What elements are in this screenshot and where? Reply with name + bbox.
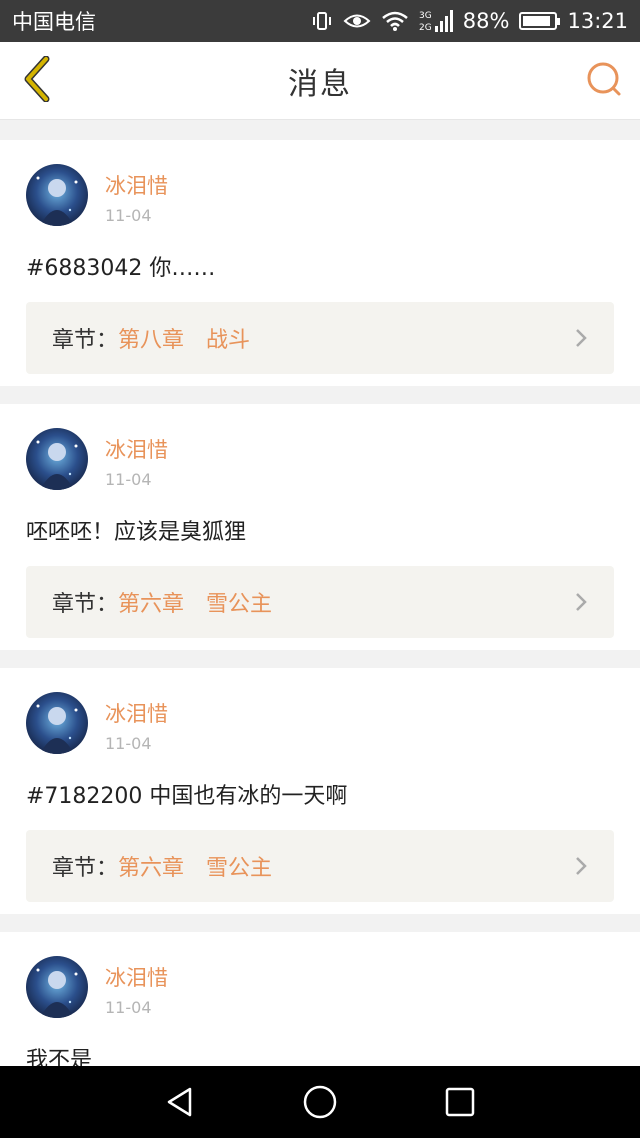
status-icons: 3G 2G 88% 13:21 — [311, 8, 628, 34]
back-button[interactable] — [14, 55, 60, 106]
status-bar: 中国电信 3G 2G 88% 13:21 — [0, 0, 640, 42]
username[interactable]: 冰泪惜 — [105, 170, 168, 200]
message-card[interactable]: 冰泪惜 11-04 我不是 — [0, 932, 640, 1066]
message-content: 呸呸呸！应该是臭狐狸 — [26, 520, 247, 545]
svg-text:2G: 2G — [419, 23, 432, 33]
message-card[interactable]: 冰泪惜 11-04 呸呸呸！应该是臭狐狸 章节： 第六章 雪公主 — [0, 404, 640, 650]
battery-fill — [523, 16, 550, 26]
recents-square-icon[interactable] — [438, 1080, 482, 1124]
search-icon — [585, 60, 623, 102]
message-content: 我不是 — [26, 1048, 93, 1066]
avatar[interactable] — [26, 692, 88, 754]
clock: 13:21 — [567, 9, 628, 33]
chapter-title: 第六章 雪公主 — [118, 592, 273, 617]
message-list[interactable]: 冰泪惜 11-04 #6883042 你…… 章节： 第八章 战斗 冰泪惜 11… — [0, 140, 640, 1066]
message-card[interactable]: 冰泪惜 11-04 #7182200 中国也有冰的一天啊 章节： 第六章 雪公主 — [0, 668, 640, 914]
vibrate-icon — [311, 10, 333, 32]
chapter-title: 第六章 雪公主 — [118, 856, 273, 881]
chapter-label: 章节： — [52, 592, 119, 617]
avatar[interactable] — [26, 164, 88, 226]
chapter-link[interactable]: 章节： 第六章 雪公主 — [26, 566, 614, 638]
chapter-title: 第八章 战斗 — [118, 328, 251, 353]
chevron-right-icon — [574, 855, 588, 877]
message-date: 11-04 — [105, 470, 152, 489]
battery-icon — [519, 12, 561, 30]
back-triangle-icon[interactable] — [158, 1080, 202, 1124]
chapter-label: 章节： — [52, 328, 119, 353]
username[interactable]: 冰泪惜 — [105, 962, 168, 992]
svg-text:3G: 3G — [419, 11, 432, 21]
carrier-name: 中国电信 — [12, 10, 96, 34]
chevron-right-icon — [574, 327, 588, 349]
signal-icon: 3G 2G — [419, 8, 453, 34]
battery-percent: 88% — [462, 9, 510, 33]
message-content: #7182200 中国也有冰的一天啊 — [26, 784, 348, 809]
username[interactable]: 冰泪惜 — [105, 698, 168, 728]
message-date: 11-04 — [105, 998, 152, 1017]
username[interactable]: 冰泪惜 — [105, 434, 168, 464]
search-button[interactable] — [582, 59, 626, 103]
eye-icon — [343, 10, 371, 32]
system-nav-bar — [0, 1066, 640, 1138]
message-date: 11-04 — [105, 206, 152, 225]
avatar[interactable] — [26, 956, 88, 1018]
avatar[interactable] — [26, 428, 88, 490]
message-card[interactable]: 冰泪惜 11-04 #6883042 你…… 章节： 第八章 战斗 — [0, 140, 640, 386]
chapter-link[interactable]: 章节： 第六章 雪公主 — [26, 830, 614, 902]
chevron-left-icon — [20, 55, 54, 106]
message-date: 11-04 — [105, 734, 152, 753]
chapter-link[interactable]: 章节： 第八章 战斗 — [26, 302, 614, 374]
chapter-label: 章节： — [52, 856, 119, 881]
app-header: 消息 — [0, 42, 640, 120]
page-title: 消息 — [288, 66, 352, 102]
wifi-icon — [381, 10, 409, 32]
message-content: #6883042 你…… — [26, 256, 216, 281]
chevron-right-icon — [574, 591, 588, 613]
home-circle-icon[interactable] — [298, 1080, 342, 1124]
